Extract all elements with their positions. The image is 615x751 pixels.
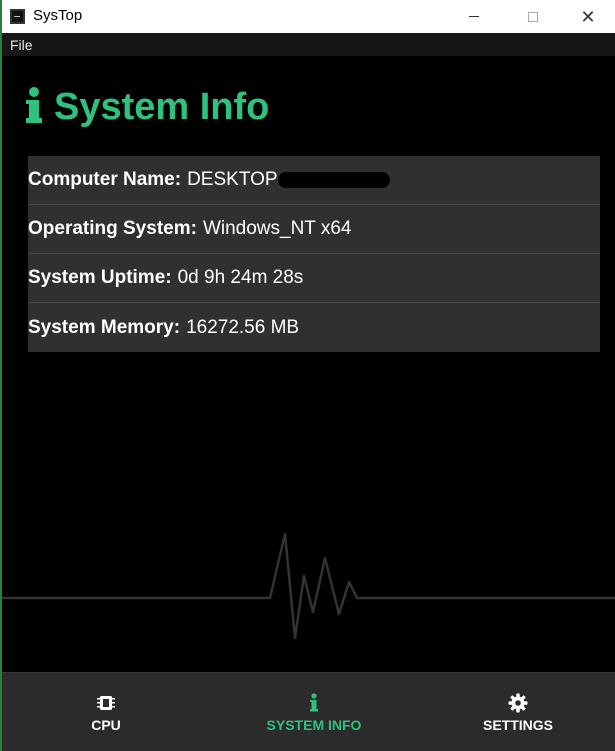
- info-icon: [310, 692, 318, 711]
- info-row-system-uptime: System Uptime: 0d 9h 24m 28s: [28, 254, 600, 303]
- chip-icon: [97, 695, 115, 710]
- minimize-button[interactable]: [451, 0, 497, 33]
- app-window: SysTop ✕ File System Info Computer Name:…: [2, 0, 615, 751]
- app-icon: [10, 9, 25, 24]
- page-title: System Info: [54, 85, 270, 128]
- nav-tab-label: SETTINGS: [482, 716, 553, 733]
- nav-tab-settings[interactable]: SETTINGS: [458, 673, 578, 751]
- minimize-icon: [469, 16, 479, 17]
- title-bar: SysTop ✕: [2, 0, 615, 33]
- nav-tab-system-info[interactable]: SYSTEM INFO: [239, 673, 389, 751]
- nav-tab-label: CPU: [91, 716, 121, 733]
- nav-tab-label: SYSTEM INFO: [266, 716, 362, 733]
- heartbeat-line-graphic: [2, 532, 615, 640]
- maximize-button[interactable]: [510, 0, 556, 33]
- menu-bar: File: [2, 33, 615, 56]
- info-icon: [26, 87, 42, 127]
- info-label: System Memory:: [28, 316, 181, 338]
- info-label: Computer Name:: [28, 169, 182, 190]
- info-label: System Uptime:: [28, 267, 172, 288]
- gear-icon: [508, 693, 528, 712]
- system-info-table: Computer Name: DESKTOP- Operating System…: [28, 156, 600, 352]
- info-value: Windows_NT x64: [202, 218, 352, 239]
- info-label: Operating System:: [28, 218, 197, 239]
- nav-tab-cpu[interactable]: CPU: [56, 673, 156, 751]
- info-value: 16272.56 MB: [186, 316, 300, 338]
- maximize-icon: [528, 11, 538, 22]
- menu-file[interactable]: File: [10, 37, 33, 53]
- info-value: DESKTOP-: [187, 169, 284, 190]
- page-heading: System Info: [26, 84, 269, 130]
- close-icon: ✕: [580, 6, 596, 27]
- redaction-mark: [277, 172, 390, 188]
- window-title: SysTop: [33, 7, 83, 24]
- bottom-navigation: CPU SYSTEM INFO SETTINGS: [2, 672, 615, 751]
- info-row-system-memory: System Memory: 16272.56 MB: [28, 303, 600, 352]
- info-row-computer-name: Computer Name: DESKTOP-: [28, 156, 600, 205]
- info-value: 0d 9h 24m 28s: [177, 267, 304, 288]
- close-button[interactable]: ✕: [565, 0, 611, 33]
- info-row-operating-system: Operating System: Windows_NT x64: [28, 205, 600, 254]
